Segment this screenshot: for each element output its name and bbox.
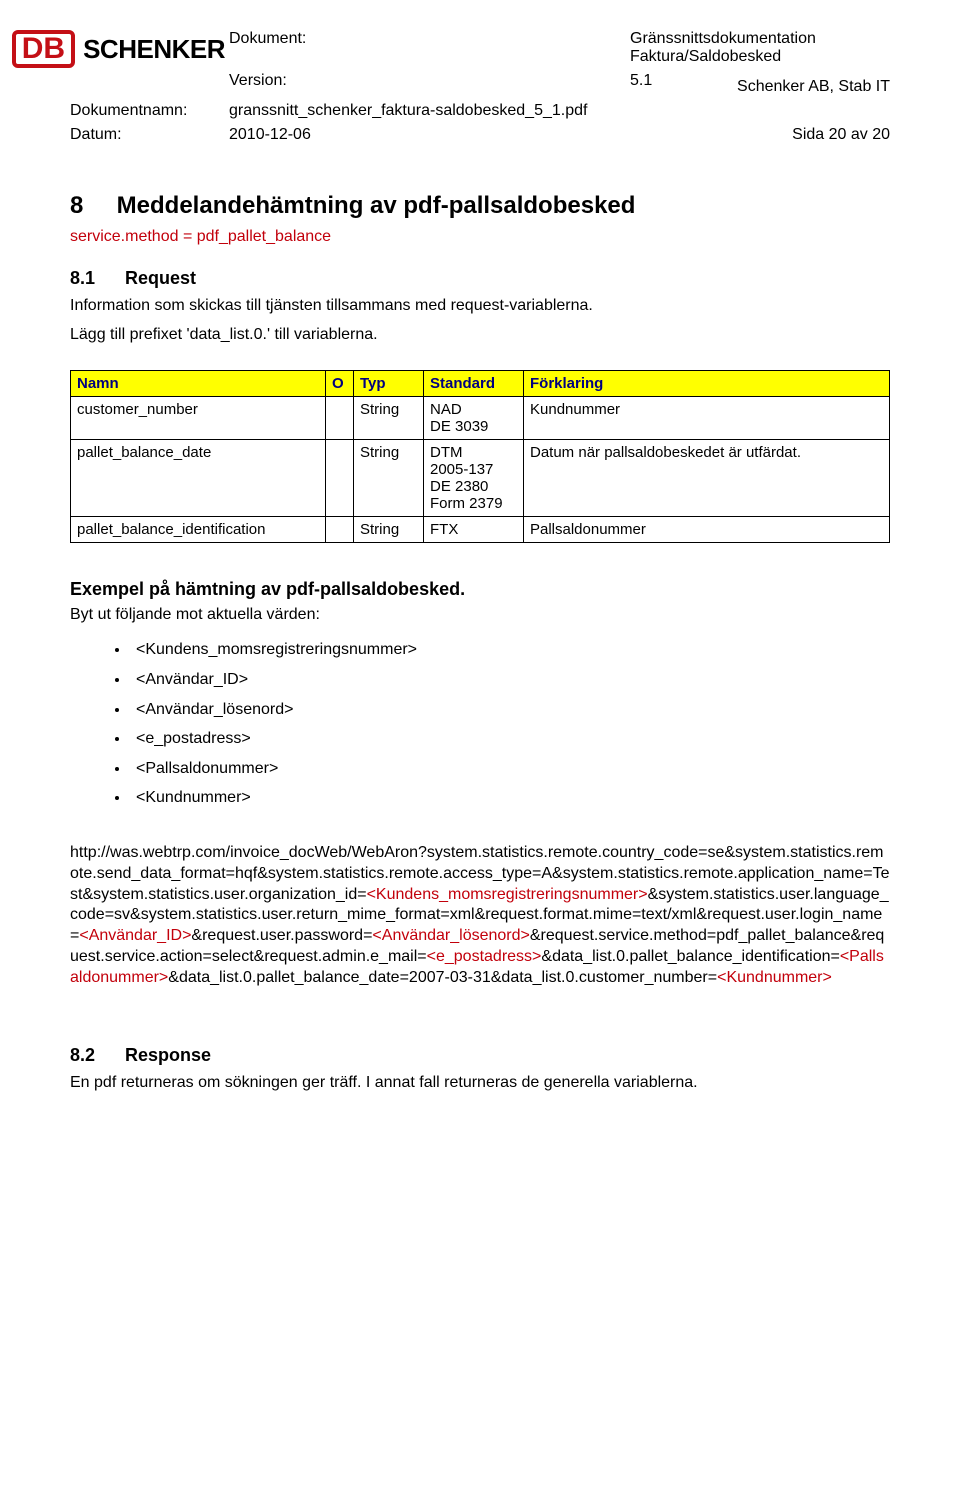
dokument-line1: Gränssnittsdokumentation (630, 30, 816, 47)
section-8-1-p2: Lägg till prefixet 'data_list.0.' till v… (70, 324, 890, 346)
cell-namn: pallet_balance_date (71, 439, 326, 516)
db-logo-icon: DB (12, 30, 75, 68)
list-item: <Användar_lösenord> (130, 695, 890, 725)
url-var: <Kundnummer> (717, 969, 832, 986)
example-intro: Byt ut följande mot aktuella värden: (70, 604, 890, 626)
cell-typ: String (354, 396, 424, 439)
th-typ: Typ (354, 370, 424, 396)
service-method-line: service.method = pdf_pallet_balance (70, 226, 890, 248)
schenker-wordmark: SCHENKER (83, 34, 225, 65)
th-standard: Standard (424, 370, 524, 396)
document-header: Dokument: Gränssnittsdokumentation Faktu… (70, 30, 890, 144)
cell-namn: customer_number (71, 396, 326, 439)
table-row: pallet_balance_date String DTM 2005-137 … (71, 439, 890, 516)
list-item: <e_postadress> (130, 724, 890, 754)
org-name: Schenker AB, Stab IT (630, 78, 890, 96)
cell-forklaring: Kundnummer (524, 396, 890, 439)
cell-typ: String (354, 516, 424, 542)
url-var: <Kundens_momsregistreringsnummer> (367, 886, 648, 903)
section-8-1-number: 8.1 (70, 268, 120, 289)
table-row: pallet_balance_identification String FTX… (71, 516, 890, 542)
list-item: <Användar_ID> (130, 665, 890, 695)
cell-o (326, 516, 354, 542)
url-part: &data_list.0.pallet_balance_identificati… (541, 948, 839, 965)
page-number: Sida 20 av 20 (630, 126, 890, 144)
url-var: <Användar_ID> (79, 927, 191, 944)
th-forklaring: Förklaring (524, 370, 890, 396)
section-8-title: Meddelandehämtning av pdf-pallsaldobeske… (117, 192, 636, 219)
value-dokumentnamn: granssnitt_schenker_faktura-saldobesked_… (229, 102, 890, 120)
section-8-2-heading: 8.2 Response (70, 1045, 890, 1066)
list-item: <Kundens_momsregistreringsnummer> (130, 635, 890, 665)
value-datum: 2010-12-06 (229, 126, 626, 144)
value-dokument: Gränssnittsdokumentation Faktura/Saldobe… (630, 30, 890, 66)
cell-namn: pallet_balance_identification (71, 516, 326, 542)
url-part: &data_list.0.pallet_balance_date=2007-03… (168, 969, 717, 986)
cell-o (326, 396, 354, 439)
list-item: <Kundnummer> (130, 783, 890, 813)
label-version: Version: (229, 72, 626, 90)
section-8-1-p1: Information som skickas till tjänsten ti… (70, 295, 890, 317)
label-dokument: Dokument: (229, 30, 626, 48)
variables-table: Namn O Typ Standard Förklaring customer_… (70, 370, 890, 543)
cell-standard: DTM 2005-137 DE 2380 Form 2379 (424, 439, 524, 516)
example-placeholder-list: <Kundens_momsregistreringsnummer> <Använ… (130, 635, 890, 813)
cell-typ: String (354, 439, 424, 516)
cell-standard: FTX (424, 516, 524, 542)
url-part: &request.user.password= (191, 927, 372, 944)
brand-logo: DB SCHENKER (70, 30, 225, 68)
cell-forklaring: Datum när pallsaldobeskedet är utfärdat. (524, 439, 890, 516)
url-var: <e_postadress> (427, 948, 542, 965)
th-o: O (326, 370, 354, 396)
section-8-1-title: Request (125, 268, 196, 288)
section-8-2-p: En pdf returneras om sökningen ger träff… (70, 1072, 890, 1094)
dokument-line2: Faktura/Saldobesked (630, 48, 781, 65)
list-item: <Pallsaldonummer> (130, 754, 890, 784)
section-8-number: 8 (70, 192, 110, 220)
section-8-2-title: Response (125, 1045, 211, 1065)
example-heading: Exempel på hämtning av pdf-pallsaldobesk… (70, 579, 890, 600)
section-8-1-heading: 8.1 Request (70, 268, 890, 289)
label-datum: Datum: (70, 126, 225, 144)
cell-o (326, 439, 354, 516)
url-var: <Användar_lösenord> (372, 927, 529, 944)
section-8-2-number: 8.2 (70, 1045, 120, 1066)
label-dokumentnamn: Dokumentnamn: (70, 102, 225, 120)
table-row: customer_number String NAD DE 3039 Kundn… (71, 396, 890, 439)
example-url: http://was.webtrp.com/invoice_docWeb/Web… (70, 843, 890, 989)
th-namn: Namn (71, 370, 326, 396)
cell-forklaring: Pallsaldonummer (524, 516, 890, 542)
cell-standard: NAD DE 3039 (424, 396, 524, 439)
table-header-row: Namn O Typ Standard Förklaring (71, 370, 890, 396)
section-8-heading: 8 Meddelandehämtning av pdf-pallsaldobes… (70, 192, 890, 220)
